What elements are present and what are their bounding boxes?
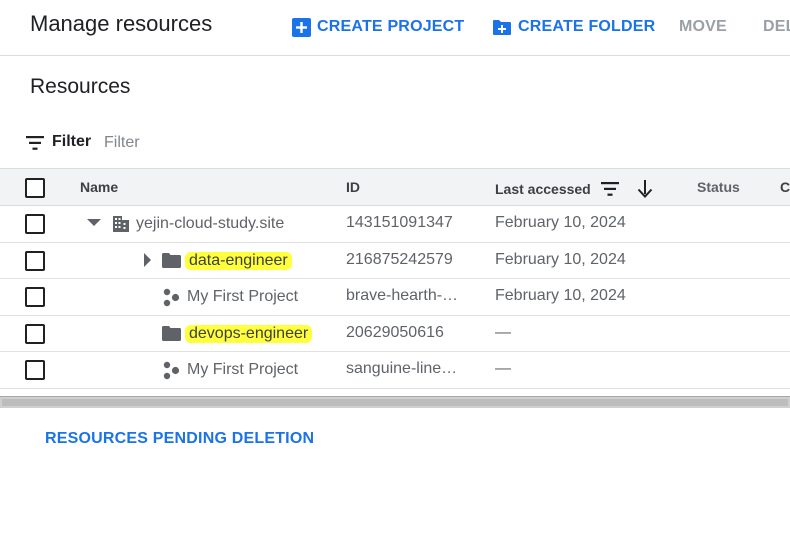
row-id: brave-hearth-… — [346, 287, 459, 304]
project-icon — [163, 361, 180, 379]
row-name: devops-engineer — [162, 316, 313, 352]
select-all-checkbox[interactable] — [25, 178, 45, 198]
move-label: MOVE — [679, 18, 727, 35]
create-folder-button[interactable]: CREATE FOLDER — [492, 14, 655, 40]
filter-icon[interactable] — [26, 136, 44, 150]
caret-down-icon[interactable] — [86, 214, 102, 232]
last-accessed-label: Last accessed — [495, 181, 591, 197]
create-project-label: CREATE PROJECT — [317, 18, 465, 35]
row-checkbox[interactable] — [25, 323, 45, 344]
row-name-text[interactable]: yejin-cloud-study.site — [136, 215, 284, 233]
row-name-text[interactable]: data-engineer — [185, 251, 292, 270]
column-header-name[interactable]: Name — [80, 179, 118, 195]
column-header-id[interactable]: ID — [346, 179, 360, 195]
create-project-button[interactable]: CREATE PROJECT — [292, 14, 464, 40]
horizontal-scrollbar[interactable] — [0, 396, 790, 408]
row-id: 216875242579 — [346, 250, 453, 268]
sort-lines-icon — [600, 182, 619, 196]
row-checkbox[interactable] — [25, 287, 45, 307]
row-last-accessed: February 10, 2024 — [495, 214, 626, 231]
column-header-status[interactable]: Status — [697, 179, 740, 195]
row-id: 20629050616 — [346, 323, 444, 341]
row-name-text[interactable]: My First Project — [187, 361, 298, 379]
column-header-truncated[interactable]: C — [780, 179, 790, 195]
row-name-text[interactable]: devops-engineer — [185, 324, 313, 343]
move-button[interactable]: MOVE — [679, 14, 727, 40]
row-id: 143151091347 — [346, 214, 453, 231]
caret-right-icon[interactable] — [140, 251, 156, 269]
page-title: Manage resources — [30, 11, 213, 36]
folder-icon — [162, 326, 181, 341]
resources-pending-deletion-link[interactable]: RESOURCES PENDING DELETION — [45, 430, 314, 448]
arrow-down-icon[interactable] — [637, 180, 653, 198]
row-name-text[interactable]: My First Project — [187, 288, 298, 306]
table-row[interactable]: yejin-cloud-study.site 143151091347 Febr… — [0, 206, 790, 243]
create-folder-icon — [493, 19, 511, 35]
resources-table: Name ID Last accessed Status C yejin-clo… — [0, 168, 790, 389]
delete-button[interactable]: DEL — [763, 14, 790, 40]
filter-bar: Filter — [0, 128, 790, 158]
create-folder-label: CREATE FOLDER — [518, 18, 656, 35]
organization-icon — [113, 216, 129, 232]
row-checkbox[interactable] — [25, 214, 45, 234]
row-checkbox[interactable] — [25, 250, 45, 271]
row-name: data-engineer — [162, 243, 292, 279]
scrollbar-thumb[interactable] — [2, 399, 788, 406]
row-last-accessed: — — [495, 323, 511, 341]
section-title: Resources — [30, 75, 131, 98]
row-last-accessed: February 10, 2024 — [495, 250, 626, 268]
table-row[interactable]: My First Project sanguine-line… — — [0, 352, 790, 389]
page-header: Manage resources CREATE PROJECT CREATE F… — [0, 0, 790, 56]
row-id: sanguine-line… — [346, 360, 458, 377]
add-box-icon — [292, 17, 311, 37]
filter-label: Filter — [52, 133, 92, 150]
table-row[interactable]: data-engineer 216875242579 February 10, … — [0, 243, 790, 279]
row-name: My First Project — [162, 352, 298, 388]
row-name: yejin-cloud-study.site — [112, 206, 284, 242]
delete-label: DEL — [763, 18, 790, 35]
table-row[interactable]: My First Project brave-hearth-… February… — [0, 279, 790, 316]
project-icon — [163, 288, 180, 306]
table-header: Name ID Last accessed Status C — [0, 168, 790, 206]
column-header-last-accessed[interactable]: Last accessed — [495, 180, 653, 198]
row-checkbox[interactable] — [25, 360, 45, 380]
row-last-accessed: — — [495, 360, 511, 377]
table-row[interactable]: devops-engineer 20629050616 — — [0, 316, 790, 352]
row-name: My First Project — [162, 279, 298, 315]
row-last-accessed: February 10, 2024 — [495, 287, 626, 304]
filter-input[interactable] — [100, 130, 400, 156]
folder-icon — [162, 253, 181, 268]
